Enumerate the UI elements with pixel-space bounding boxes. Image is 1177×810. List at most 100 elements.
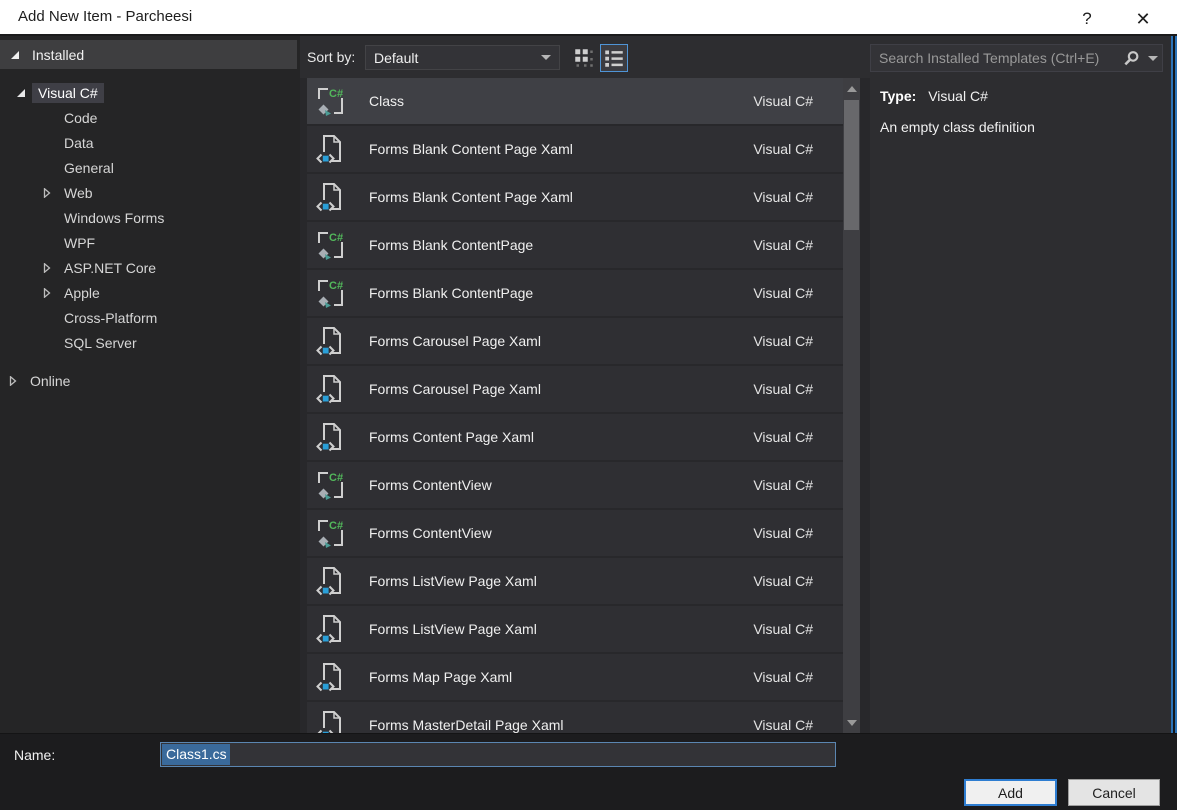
template-row-forms-contentview[interactable]: C# Forms ContentView Visual C# — [307, 462, 843, 508]
collapsed-arrow-icon — [43, 287, 51, 298]
sort-by-label: Sort by: — [307, 49, 356, 65]
template-name: Forms Blank Content Page Xaml — [369, 189, 573, 205]
csharp-class-icon: C# — [318, 280, 343, 308]
scrollbar-thumb[interactable] — [844, 100, 859, 230]
template-row-forms-listview-page-xaml[interactable]: Forms ListView Page Xaml Visual C# — [307, 558, 843, 604]
sidebar-item-apple[interactable]: Apple — [0, 280, 300, 305]
chevron-down-icon — [541, 55, 551, 60]
template-language: Visual C# — [753, 333, 813, 349]
installed-group-header[interactable]: Installed — [0, 40, 297, 69]
template-row-class[interactable]: C# Class Visual C# — [307, 78, 843, 124]
category-panel: Installed Visual C# Code Data General Web Win… — [0, 36, 300, 733]
template-language: Visual C# — [753, 669, 813, 685]
template-name: Forms Content Page Xaml — [369, 429, 534, 445]
window-edge-accent — [1171, 36, 1177, 810]
search-input[interactable] — [871, 45, 1118, 71]
template-row-forms-blank-contentpage[interactable]: C# Forms Blank ContentPage Visual C# — [307, 222, 843, 268]
xaml-page-icon — [315, 565, 347, 597]
close-button[interactable]: ✕ — [1123, 5, 1163, 33]
csharp-class-icon: C# — [318, 472, 343, 500]
expanded-arrow-icon[interactable] — [14, 88, 28, 98]
xaml-page-icon — [316, 567, 341, 596]
sidebar-item-web[interactable]: Web — [0, 180, 300, 205]
template-language: Visual C# — [753, 189, 813, 205]
sort-dropdown-value: Default — [374, 49, 419, 66]
search-box[interactable] — [870, 44, 1163, 72]
sidebar-item-visual-c[interactable]: Visual C# — [0, 80, 300, 105]
sidebar-item-general[interactable]: General — [0, 155, 300, 180]
cancel-button[interactable]: Cancel — [1068, 779, 1160, 806]
sidebar-item-label: Web — [64, 184, 93, 201]
template-name: Forms Carousel Page Xaml — [369, 381, 541, 397]
collapsed-arrow-icon[interactable] — [6, 375, 20, 386]
xaml-page-icon — [315, 709, 347, 733]
small-icons-view-button[interactable] — [570, 44, 598, 72]
template-row-forms-listview-page-xaml[interactable]: Forms ListView Page Xaml Visual C# — [307, 606, 843, 652]
sidebar-item-label: WPF — [64, 234, 96, 251]
sidebar-item-sql-server[interactable]: SQL Server — [0, 330, 300, 355]
xaml-page-icon — [316, 183, 341, 212]
add-button[interactable]: Add — [964, 779, 1057, 806]
template-language: Visual C# — [753, 717, 813, 733]
template-name: Forms ListView Page Xaml — [369, 621, 537, 637]
list-view-button[interactable] — [600, 44, 628, 72]
list-view-icon — [605, 50, 623, 67]
sidebar-item-label: Code — [64, 109, 98, 126]
xaml-page-icon — [316, 615, 341, 644]
template-row-forms-contentview[interactable]: C# Forms ContentView Visual C# — [307, 510, 843, 556]
type-value: Visual C# — [928, 88, 988, 104]
sidebar-item-label: Visual C# — [32, 82, 104, 103]
template-description: An empty class definition — [880, 119, 1035, 135]
sidebar-item-windows-forms[interactable]: Windows Forms — [0, 205, 300, 230]
template-row-forms-map-page-xaml[interactable]: Forms Map Page Xaml Visual C# — [307, 654, 843, 700]
collapsed-arrow-icon[interactable] — [40, 187, 54, 198]
csharp-class-icon: C# — [315, 277, 347, 309]
xaml-page-icon — [315, 613, 347, 645]
scroll-up-icon[interactable] — [843, 80, 860, 97]
template-row-forms-masterdetail-page-xaml[interactable]: Forms MasterDetail Page Xaml Visual C# — [307, 702, 843, 733]
template-name: Forms Blank Content Page Xaml — [369, 141, 573, 157]
collapsed-arrow-icon — [9, 375, 17, 386]
template-language: Visual C# — [753, 285, 813, 301]
template-row-forms-carousel-page-xaml[interactable]: Forms Carousel Page Xaml Visual C# — [307, 366, 843, 412]
template-name: Forms Carousel Page Xaml — [369, 333, 541, 349]
list-scrollbar[interactable] — [843, 78, 860, 733]
template-language: Visual C# — [753, 93, 813, 109]
installed-group-label: Installed — [32, 46, 85, 63]
sidebar-item-label: General — [64, 159, 114, 176]
template-language: Visual C# — [753, 141, 813, 157]
csharp-class-icon: C# — [315, 85, 347, 117]
dialog-title: Add New Item - Parcheesi — [18, 8, 193, 25]
sort-dropdown[interactable]: Default — [365, 45, 560, 70]
template-row-forms-blank-content-page-xaml[interactable]: Forms Blank Content Page Xaml Visual C# — [307, 174, 843, 220]
sidebar-item-asp-net-core[interactable]: ASP.NET Core — [0, 255, 300, 280]
template-row-forms-carousel-page-xaml[interactable]: Forms Carousel Page Xaml Visual C# — [307, 318, 843, 364]
sidebar-item-label: ASP.NET Core — [64, 259, 157, 276]
collapsed-arrow-icon[interactable] — [40, 287, 54, 298]
svg-text:C#: C# — [329, 520, 343, 532]
template-name: Forms Blank ContentPage — [369, 237, 534, 253]
sidebar-item-label: Apple — [64, 284, 100, 301]
help-button[interactable]: ? — [1067, 5, 1107, 33]
sidebar-item-cross-platform[interactable]: Cross-Platform — [0, 305, 300, 330]
sidebar-item-online[interactable]: Online — [0, 368, 300, 393]
template-row-forms-blank-contentpage[interactable]: C# Forms Blank ContentPage Visual C# — [307, 270, 843, 316]
name-input[interactable]: Class1.cs — [160, 742, 836, 767]
xaml-page-icon — [315, 181, 347, 213]
template-row-forms-blank-content-page-xaml[interactable]: Forms Blank Content Page Xaml Visual C# — [307, 126, 843, 172]
scroll-down-icon[interactable] — [843, 714, 860, 731]
sidebar-item-data[interactable]: Data — [0, 130, 300, 155]
sidebar-item-label: Data — [64, 134, 94, 151]
search-icon[interactable] — [1118, 50, 1144, 67]
sidebar-item-code[interactable]: Code — [0, 105, 300, 130]
template-row-forms-content-page-xaml[interactable]: Forms Content Page Xaml Visual C# — [307, 414, 843, 460]
sidebar-item-wpf[interactable]: WPF — [0, 230, 300, 255]
template-list: C# Class Visual C# Forms Blank Content Page… — [307, 78, 843, 733]
template-panel: Sort by: Default C# Class Visual C# Form… — [300, 36, 870, 733]
xaml-page-icon — [315, 421, 347, 453]
csharp-class-icon: C# — [318, 88, 343, 116]
csharp-class-icon: C# — [318, 232, 343, 260]
expanded-arrow-icon — [17, 88, 25, 97]
collapsed-arrow-icon[interactable] — [40, 262, 54, 273]
search-options-chevron-icon[interactable] — [1144, 55, 1162, 61]
